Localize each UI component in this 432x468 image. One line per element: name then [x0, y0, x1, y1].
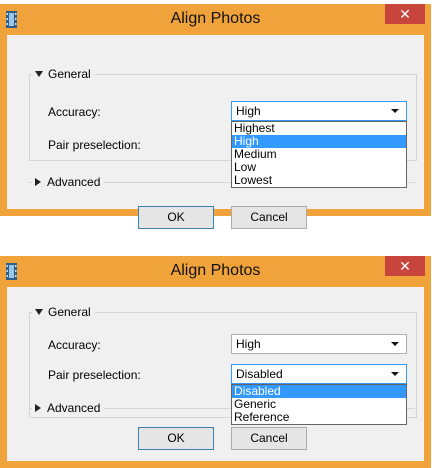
close-button[interactable]: ✕	[385, 4, 425, 24]
close-button[interactable]: ✕	[385, 256, 425, 276]
general-toggle[interactable]: General	[32, 67, 95, 81]
collapsed-triangle-icon	[35, 404, 41, 412]
accuracy-label: Accuracy:	[48, 338, 101, 352]
cancel-button[interactable]: Cancel	[231, 206, 307, 229]
chevron-down-icon	[391, 342, 399, 346]
pair-preselection-combobox[interactable]: Disabled	[231, 364, 407, 384]
collapsed-triangle-icon	[35, 178, 41, 186]
expanded-triangle-icon	[35, 309, 43, 315]
advanced-label: Advanced	[47, 175, 101, 189]
title-bar[interactable]: Align Photos ✕	[0, 256, 431, 287]
general-label: General	[48, 305, 91, 319]
expanded-triangle-icon	[35, 71, 43, 77]
accuracy-label: Accuracy:	[48, 105, 101, 119]
accuracy-combobox[interactable]: High	[231, 334, 407, 354]
advanced-toggle[interactable]: Advanced	[32, 175, 105, 189]
window-title: Align Photos	[170, 262, 261, 279]
close-icon: ✕	[399, 6, 411, 22]
ok-button[interactable]: OK	[138, 427, 214, 450]
close-icon: ✕	[399, 258, 411, 274]
general-label: General	[48, 67, 91, 81]
cancel-button[interactable]: Cancel	[231, 427, 307, 450]
align-photos-dialog-2: Align Photos ✕ General Accuracy: High Pa…	[0, 256, 431, 468]
align-photos-dialog-1: Align Photos ✕ General Accuracy: High Pa…	[0, 4, 431, 229]
advanced-toggle[interactable]: Advanced	[32, 401, 105, 415]
title-bar[interactable]: Align Photos ✕	[0, 4, 431, 35]
general-toggle[interactable]: General	[32, 305, 95, 319]
accuracy-value: High	[236, 104, 261, 118]
dialog-body: General Accuracy: High Pair preselection…	[7, 287, 424, 461]
dropdown-option[interactable]: Reference	[232, 411, 406, 424]
chevron-down-icon	[391, 109, 399, 113]
dropdown-option[interactable]: Lowest	[232, 174, 406, 187]
advanced-label: Advanced	[47, 401, 101, 415]
pair-preselection-label: Pair preselection:	[48, 138, 141, 152]
chevron-down-icon	[391, 372, 399, 376]
pair-preselection-value: Disabled	[236, 367, 283, 381]
pair-preselection-dropdown-list: Disabled Generic Reference	[231, 384, 407, 425]
accuracy-combobox[interactable]: High	[231, 101, 407, 121]
window-title: Align Photos	[170, 10, 261, 27]
pair-preselection-label: Pair preselection:	[48, 368, 141, 382]
dropdown-option[interactable]: Medium	[232, 148, 406, 161]
ok-button[interactable]: OK	[138, 206, 214, 229]
dialog-body: General Accuracy: High Pair preselection…	[7, 35, 424, 229]
accuracy-dropdown-list: Highest High Medium Low Lowest	[231, 121, 407, 188]
accuracy-value: High	[236, 337, 261, 351]
